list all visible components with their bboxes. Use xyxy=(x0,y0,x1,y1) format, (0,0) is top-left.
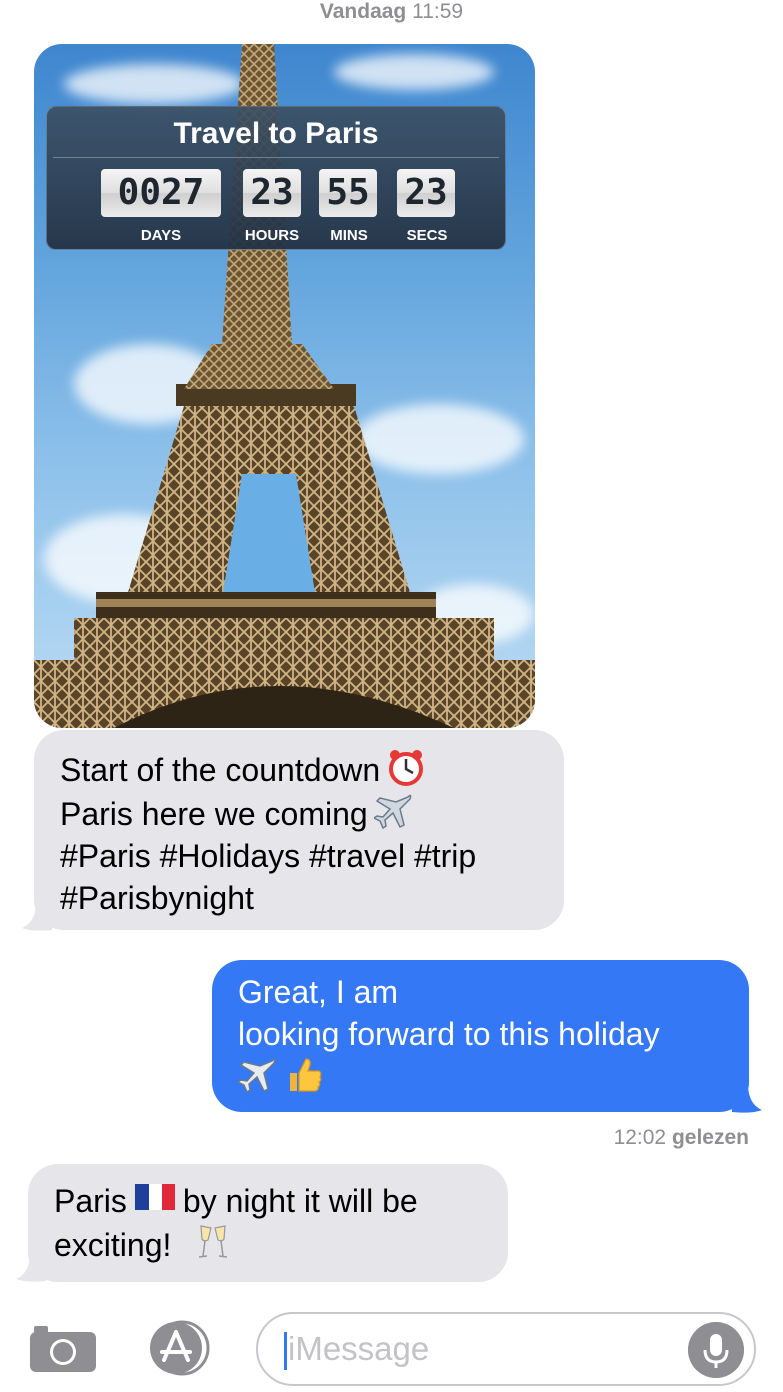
read-receipt-status: gelezen xyxy=(671,1126,749,1149)
champagne-glasses-icon xyxy=(199,1225,228,1258)
countdown-days-label: DAYS xyxy=(140,227,182,244)
camera-icon[interactable] xyxy=(28,1322,98,1374)
timestamp-time: 11:59 xyxy=(412,0,464,23)
read-receipt: 12:02 gelezen xyxy=(614,1126,749,1150)
message-text: #Parisbynight xyxy=(60,880,254,916)
message-text: Paris xyxy=(54,1183,127,1219)
message-text: looking forward to this holiday xyxy=(238,1016,660,1052)
airplane-icon xyxy=(238,1058,276,1094)
conversation-timestamp: Vandaag 11:59 xyxy=(0,0,783,24)
france-flag-icon xyxy=(134,1184,175,1210)
countdown-days-value: 0027 xyxy=(101,169,221,217)
message-text: by night it will be xyxy=(182,1183,418,1219)
imessage-placeholder: iMessage xyxy=(288,1330,430,1367)
timestamp-day: Vandaag xyxy=(319,0,407,23)
countdown-mins-label: MINS xyxy=(330,227,368,244)
imessage-input[interactable]: iMessage xyxy=(256,1312,756,1386)
countdown-hours-value: 23 xyxy=(243,169,301,217)
message-bubble-incoming[interactable]: Paris by night it will be exciting! xyxy=(28,1164,508,1282)
message-bubble-outgoing[interactable]: Great, I am looking forward to this holi… xyxy=(212,960,749,1112)
countdown-widget: Travel to Paris 0027 23 55 23 DAYS HOURS… xyxy=(46,106,506,250)
message-text: Paris here we coming xyxy=(60,796,368,832)
message-text: Start of the countdown xyxy=(60,752,381,788)
countdown-mins-value: 55 xyxy=(319,169,377,217)
read-receipt-time: 12:02 xyxy=(613,1126,667,1149)
message-composer: iMessage xyxy=(0,1300,783,1392)
alarm-clock-icon xyxy=(389,750,424,786)
airplane-icon xyxy=(373,794,412,830)
countdown-title: Travel to Paris xyxy=(173,117,379,150)
message-text: #Paris #Holidays #travel #trip xyxy=(60,838,477,874)
countdown-secs-label: SECS xyxy=(406,227,448,244)
microphone-icon[interactable] xyxy=(688,1322,744,1378)
text-cursor xyxy=(284,1332,287,1370)
message-text: Great, I am xyxy=(238,974,399,1010)
photo-attachment[interactable]: Travel to Paris 0027 23 55 23 DAYS HOURS… xyxy=(34,44,535,728)
message-bubble-incoming[interactable]: Start of the countdown Paris here we com… xyxy=(34,730,564,930)
thumbs-up-icon xyxy=(290,1058,322,1092)
countdown-secs-value: 23 xyxy=(397,169,455,217)
app-store-icon[interactable] xyxy=(142,1320,216,1376)
message-text: exciting! xyxy=(54,1227,172,1263)
countdown-hours-label: HOURS xyxy=(244,227,300,244)
